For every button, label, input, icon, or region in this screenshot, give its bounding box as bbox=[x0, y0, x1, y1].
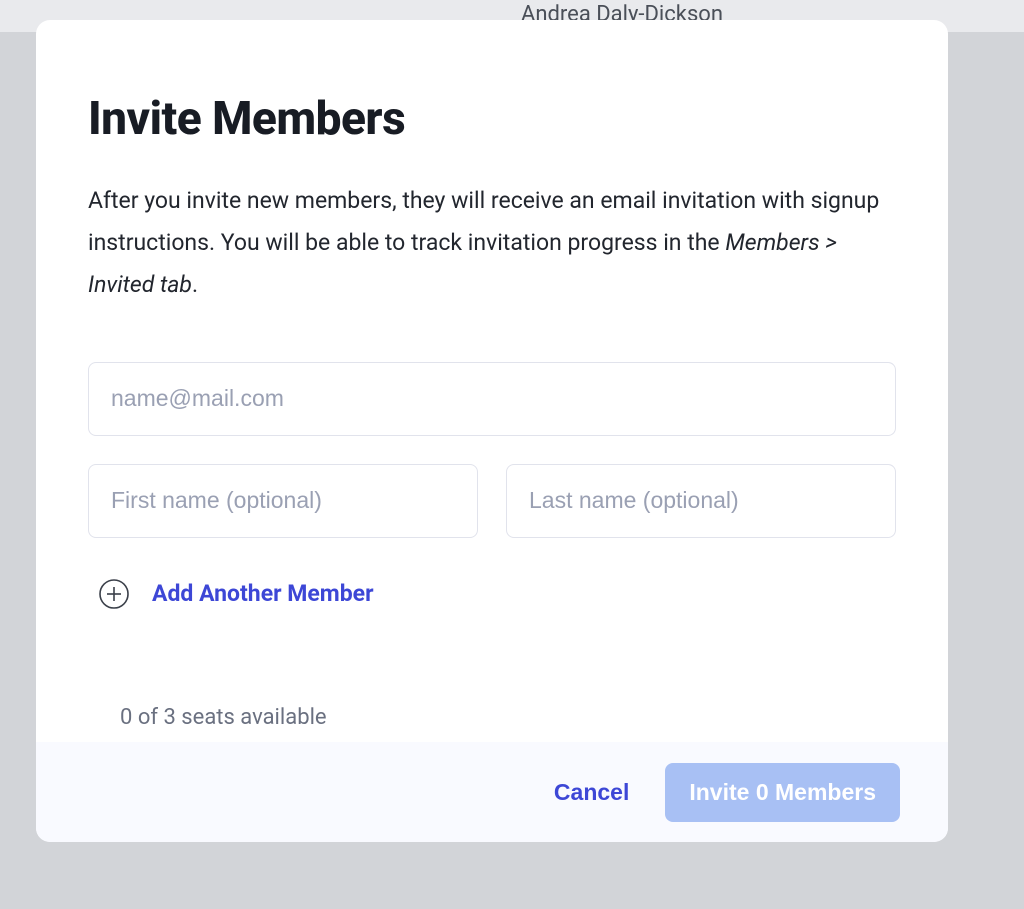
name-row bbox=[88, 464, 896, 538]
invite-members-button[interactable]: Invite 0 Members bbox=[665, 763, 900, 822]
add-another-member-button[interactable]: Add Another Member bbox=[98, 578, 374, 610]
modal-desc-part2: . bbox=[192, 271, 198, 298]
modal-description: After you invite new members, they will … bbox=[88, 180, 896, 306]
email-field[interactable] bbox=[88, 362, 896, 436]
seats-available-text: 0 of 3 seats available bbox=[120, 705, 327, 730]
modal-footer: Cancel Invite 0 Members bbox=[36, 742, 948, 842]
modal-body: Invite Members After you invite new memb… bbox=[36, 20, 948, 742]
first-name-field[interactable] bbox=[88, 464, 478, 538]
email-row bbox=[88, 362, 896, 436]
modal-title: Invite Members bbox=[88, 92, 896, 146]
last-name-field[interactable] bbox=[506, 464, 896, 538]
invite-members-modal: Invite Members After you invite new memb… bbox=[36, 20, 948, 842]
cancel-button[interactable]: Cancel bbox=[550, 769, 633, 816]
add-another-member-label: Add Another Member bbox=[152, 580, 374, 607]
plus-circle-icon bbox=[98, 578, 130, 610]
